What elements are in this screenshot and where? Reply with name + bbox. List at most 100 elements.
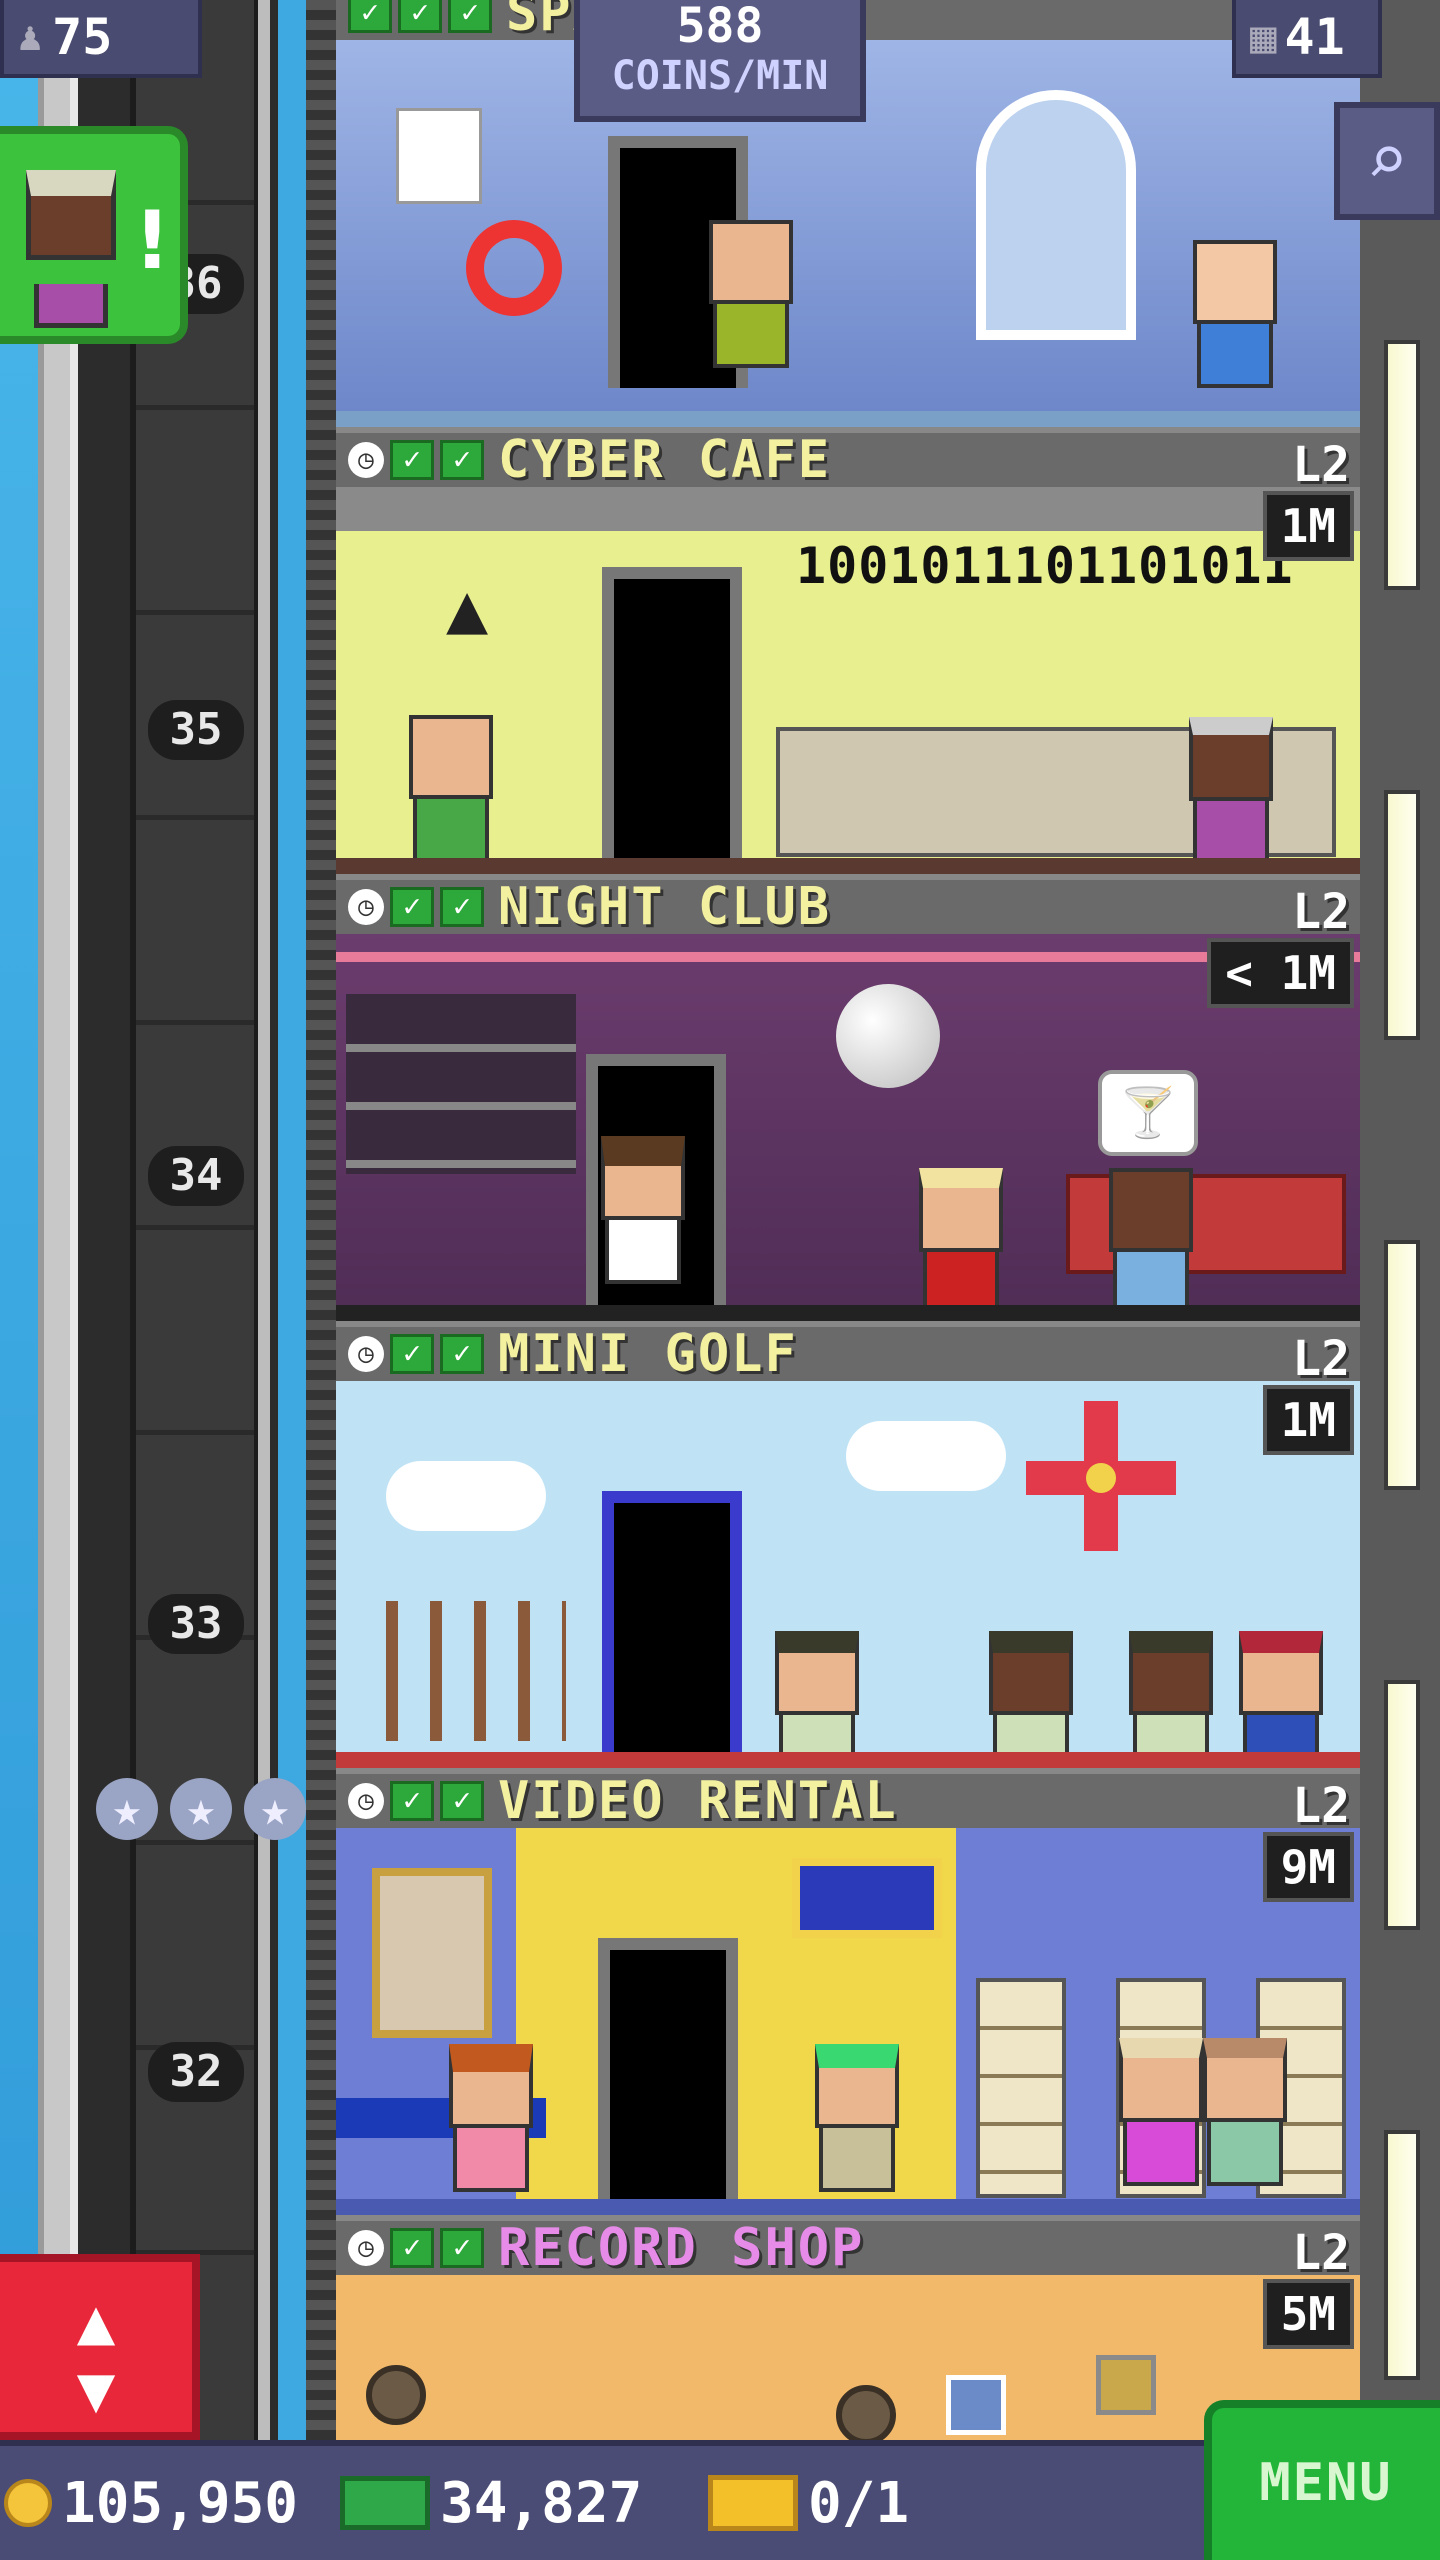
album-frame xyxy=(1096,2355,1156,2415)
population-count: 75 xyxy=(52,8,113,66)
coins-value: 105,950 xyxy=(62,2470,299,2536)
tenant-sprite[interactable] xyxy=(1236,1631,1326,1768)
tenant-sprite[interactable] xyxy=(1126,1631,1216,1768)
floor-label-32: 32 xyxy=(148,2042,244,2102)
population-badge[interactable]: ♟ 75 xyxy=(0,0,202,78)
floor-night-club[interactable]: ◷ ✓ ✓ NIGHT CLUB L2 🍸 < 1M xyxy=(336,874,1360,1321)
stock-tag: 1M xyxy=(1262,1385,1354,1455)
bar-shelves xyxy=(346,994,576,1174)
coins-display[interactable]: 105,950 xyxy=(4,2446,298,2560)
stock-tag: 5M xyxy=(1262,2279,1354,2349)
floor-room: 1001011101101011 ▲ xyxy=(336,487,1360,874)
tower-window xyxy=(1384,790,1420,1040)
cloud-decoration xyxy=(846,1421,1006,1491)
floor-level: L2 xyxy=(1292,2225,1350,2281)
binary-wall-text: 1001011101101011 xyxy=(796,537,1294,595)
club-rack xyxy=(386,1601,566,1741)
star-icon: ★ xyxy=(96,1778,158,1840)
tenant-sprite[interactable] xyxy=(1106,1168,1196,1316)
room-door xyxy=(602,567,742,859)
tenant-sprite[interactable] xyxy=(772,1631,862,1768)
disco-ball-icon xyxy=(836,984,940,1088)
magnifier-icon: ⌕ xyxy=(1365,119,1409,201)
tower-window xyxy=(1384,340,1420,590)
tenant-sprite[interactable] xyxy=(598,1136,688,1284)
ceiling-lights xyxy=(336,487,1360,531)
coins-per-minute-value: 588 xyxy=(676,0,764,54)
check-icon: ✓ xyxy=(440,887,484,927)
check-icon: ✓ xyxy=(390,2228,434,2268)
floor-label-35: 35 xyxy=(148,700,244,760)
person-icon: ♟ xyxy=(18,14,43,60)
visitor-alert-button[interactable]: ! xyxy=(0,126,188,344)
ticket-sign xyxy=(792,1858,942,1938)
floor-cyber-cafe[interactable]: ◷ ✓ ✓ CYBER CAFE L2 1001011101101011 ▲ 1… xyxy=(336,427,1360,874)
coins-per-minute-label: COINS/MIN xyxy=(611,53,829,99)
tenant-sprite[interactable] xyxy=(916,1168,1006,1316)
star-icon: ★ xyxy=(170,1778,232,1840)
tickets-display[interactable]: 0/1 xyxy=(708,2446,909,2560)
ticket-icon xyxy=(708,2475,798,2531)
clock-icon: ◷ xyxy=(348,889,384,925)
exclamation-icon: ! xyxy=(134,194,171,287)
tower-window xyxy=(1384,1680,1420,1930)
drink-bubble-icon: 🍸 xyxy=(1098,1070,1198,1156)
floor-label-33: 33 xyxy=(148,1594,244,1654)
floor-label-34: 34 xyxy=(148,1146,244,1206)
check-icon: ✓ xyxy=(390,440,434,480)
shaft-ladder xyxy=(306,0,336,2440)
elevator-cable xyxy=(258,0,270,2440)
check-icon: ✓ xyxy=(348,0,392,33)
check-icon: ✓ xyxy=(448,0,492,33)
wall-sign xyxy=(396,108,482,204)
floor-header: ◷ ✓ ✓ MINI GOLF L2 xyxy=(336,1321,1360,1387)
check-icon: ✓ xyxy=(440,1781,484,1821)
bux-icon xyxy=(340,2476,430,2530)
floor-name: NIGHT CLUB xyxy=(498,877,832,937)
floor-mini-golf[interactable]: ◷ ✓ ✓ MINI GOLF L2 1M xyxy=(336,1321,1360,1768)
floor-header: ◷ ✓ ✓ CYBER CAFE L2 xyxy=(336,427,1360,493)
floor-name: VIDEO RENTAL xyxy=(498,1771,898,1831)
movie-poster xyxy=(372,1868,492,2038)
album-frame xyxy=(946,2375,1006,2435)
floor-room xyxy=(336,1828,1360,2215)
floor-level: L2 xyxy=(1292,1778,1350,1834)
floor-name: RECORD SHOP xyxy=(498,2218,865,2278)
floor-record-shop[interactable]: ◷ ✓ ✓ RECORD SHOP L2 5M xyxy=(336,2215,1360,2440)
tower-window xyxy=(1384,2130,1420,2380)
bux-display[interactable]: 34,827 xyxy=(340,2446,642,2560)
cloud-decoration xyxy=(386,1461,546,1531)
tenant-sprite[interactable] xyxy=(1116,2038,1206,2186)
windmill-icon xyxy=(1026,1401,1176,1551)
coins-per-minute-panel: 588 COINS/MIN xyxy=(574,0,866,122)
video-shelf xyxy=(976,1978,1066,2198)
tenant-sprite[interactable] xyxy=(1186,717,1276,865)
tenant-sprite[interactable] xyxy=(1190,240,1280,388)
menu-button[interactable]: MENU xyxy=(1204,2400,1440,2560)
check-icon: ✓ xyxy=(390,1334,434,1374)
cursor-icon: ▲ xyxy=(446,567,489,649)
stock-tag: 1M xyxy=(1262,491,1354,561)
coin-icon xyxy=(4,2479,52,2527)
elevator-stars: ★ ★ ★ xyxy=(96,1778,306,1840)
floor-count: 41 xyxy=(1284,8,1345,66)
floor-count-badge[interactable]: ▦ 41 xyxy=(1232,0,1382,78)
check-icon: ✓ xyxy=(440,440,484,480)
tenant-sprite[interactable] xyxy=(406,715,496,863)
tenant-sprite[interactable] xyxy=(986,1631,1076,1768)
floor-header: ◷ ✓ ✓ NIGHT CLUB L2 xyxy=(336,874,1360,940)
elevator-button[interactable]: ▲ ▼ xyxy=(0,2254,200,2440)
floor-level: L2 xyxy=(1292,884,1350,940)
tenant-sprite[interactable] xyxy=(812,2044,902,2192)
tenant-sprite[interactable] xyxy=(706,220,796,368)
floor-name: MINI GOLF xyxy=(498,1324,798,1384)
tickets-value: 0/1 xyxy=(808,2470,910,2536)
stock-tag: 9M xyxy=(1262,1832,1354,1902)
tenant-sprite[interactable] xyxy=(446,2044,536,2192)
check-icon: ✓ xyxy=(390,887,434,927)
up-down-arrows-icon: ▲ ▼ xyxy=(76,2285,116,2427)
room-door xyxy=(598,1938,738,2200)
tenant-sprite[interactable] xyxy=(1200,2038,1290,2186)
search-button[interactable]: ⌕ xyxy=(1334,102,1440,220)
floor-video-rental[interactable]: ◷ ✓ ✓ VIDEO RENTAL L2 9M xyxy=(336,1768,1360,2215)
